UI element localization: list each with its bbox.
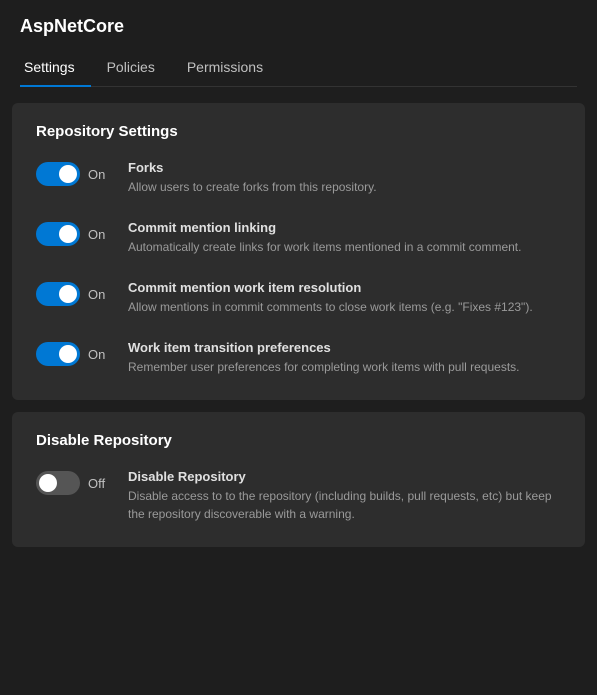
setting-row-work-item-transition: On Work item transition preferences Reme… [36, 340, 561, 376]
setting-row-commit-mention-resolution: On Commit mention work item resolution A… [36, 280, 561, 316]
setting-text-disable-repository: Disable Repository Disable access to to … [128, 469, 561, 523]
toggle-label-forks: On [88, 167, 105, 182]
toggle-forks[interactable] [36, 162, 80, 186]
tab-settings[interactable]: Settings [20, 51, 91, 87]
disable-repo-title: Disable Repository [36, 432, 561, 449]
setting-row-disable-repository: Off Disable Repository Disable access to… [36, 469, 561, 523]
tab-policies[interactable]: Policies [91, 51, 171, 87]
setting-desc-forks: Allow users to create forks from this re… [128, 178, 561, 196]
toggle-group-work-item-transition: On [36, 340, 116, 366]
setting-name-forks: Forks [128, 160, 561, 175]
setting-row-forks: On Forks Allow users to create forks fro… [36, 160, 561, 196]
app-title: AspNetCore [20, 16, 577, 37]
setting-name-disable-repository: Disable Repository [128, 469, 561, 484]
setting-desc-disable-repository: Disable access to to the repository (inc… [128, 487, 561, 523]
setting-desc-work-item-transition: Remember user preferences for completing… [128, 358, 561, 376]
setting-text-commit-mention-linking: Commit mention linking Automatically cre… [128, 220, 561, 256]
setting-name-commit-mention-linking: Commit mention linking [128, 220, 561, 235]
setting-desc-commit-mention-linking: Automatically create links for work item… [128, 238, 561, 256]
toggle-group-commit-mention-linking: On [36, 220, 116, 246]
toggle-group-forks: On [36, 160, 116, 186]
toggle-commit-mention-linking[interactable] [36, 222, 80, 246]
toggle-disable-repository[interactable] [36, 471, 80, 495]
tab-bar: Settings Policies Permissions [20, 51, 577, 87]
repo-settings-card: Repository Settings On Forks Allow users… [12, 103, 585, 400]
setting-text-commit-mention-resolution: Commit mention work item resolution Allo… [128, 280, 561, 316]
repo-settings-title: Repository Settings [36, 123, 561, 140]
toggle-label-commit-mention-linking: On [88, 227, 105, 242]
toggle-label-disable-repository: Off [88, 476, 105, 491]
setting-text-work-item-transition: Work item transition preferences Remembe… [128, 340, 561, 376]
setting-text-forks: Forks Allow users to create forks from t… [128, 160, 561, 196]
app-header: AspNetCore Settings Policies Permissions [0, 0, 597, 87]
setting-name-commit-mention-resolution: Commit mention work item resolution [128, 280, 561, 295]
toggle-group-commit-mention-resolution: On [36, 280, 116, 306]
disable-repo-card: Disable Repository Off Disable Repositor… [12, 412, 585, 547]
setting-row-commit-mention-linking: On Commit mention linking Automatically … [36, 220, 561, 256]
toggle-label-commit-mention-resolution: On [88, 287, 105, 302]
setting-desc-commit-mention-resolution: Allow mentions in commit comments to clo… [128, 298, 561, 316]
setting-name-work-item-transition: Work item transition preferences [128, 340, 561, 355]
toggle-label-work-item-transition: On [88, 347, 105, 362]
tab-permissions[interactable]: Permissions [171, 51, 279, 87]
toggle-work-item-transition[interactable] [36, 342, 80, 366]
toggle-commit-mention-resolution[interactable] [36, 282, 80, 306]
content-area: Repository Settings On Forks Allow users… [0, 87, 597, 563]
toggle-group-disable-repository: Off [36, 469, 116, 495]
